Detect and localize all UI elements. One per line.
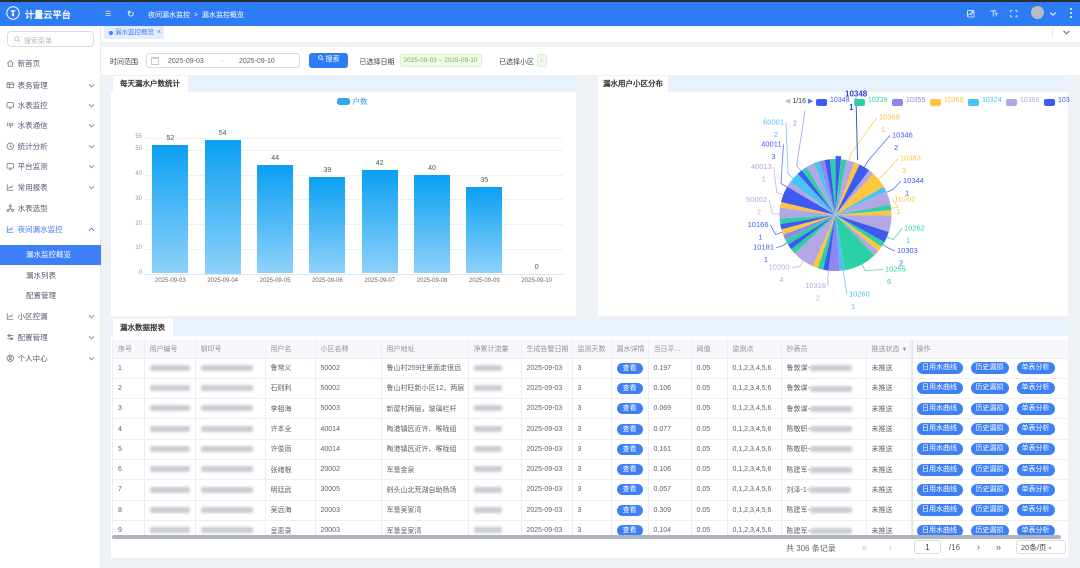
svg-text:1: 1 <box>758 233 762 242</box>
svg-text:2: 2 <box>793 119 797 128</box>
svg-text:10200: 10200 <box>769 263 790 272</box>
svg-text:10368: 10368 <box>879 113 900 122</box>
svg-text:10260: 10260 <box>849 290 870 299</box>
svg-text:10202: 10202 <box>895 195 916 204</box>
svg-text:1: 1 <box>762 175 766 184</box>
svg-text:1: 1 <box>851 302 855 311</box>
svg-text:10255: 10255 <box>885 265 906 274</box>
svg-text:1: 1 <box>881 125 885 134</box>
svg-text:10363: 10363 <box>900 154 921 163</box>
svg-text:2: 2 <box>816 294 820 303</box>
svg-text:10316: 10316 <box>805 281 826 290</box>
svg-text:40011: 40011 <box>761 140 781 149</box>
svg-text:50002: 50002 <box>746 195 767 204</box>
svg-text:6: 6 <box>887 277 891 286</box>
svg-text:3: 3 <box>902 166 906 175</box>
svg-text:10262: 10262 <box>904 224 925 233</box>
svg-text:1: 1 <box>906 236 910 245</box>
svg-text:60001: 60001 <box>763 118 784 127</box>
svg-text:10346: 10346 <box>892 131 913 140</box>
svg-text:10344: 10344 <box>903 176 924 185</box>
svg-text:4: 4 <box>779 275 783 284</box>
svg-text:10166: 10166 <box>748 220 769 229</box>
svg-text:1: 1 <box>897 207 901 216</box>
svg-text:1: 1 <box>764 255 768 264</box>
svg-text:10303: 10303 <box>897 246 918 255</box>
svg-text:2: 2 <box>774 130 778 139</box>
svg-text:2: 2 <box>894 143 898 152</box>
svg-text:2: 2 <box>757 208 761 217</box>
svg-text:40013: 40013 <box>751 162 772 171</box>
svg-text:3: 3 <box>771 152 775 161</box>
svg-text:10181: 10181 <box>753 243 774 252</box>
